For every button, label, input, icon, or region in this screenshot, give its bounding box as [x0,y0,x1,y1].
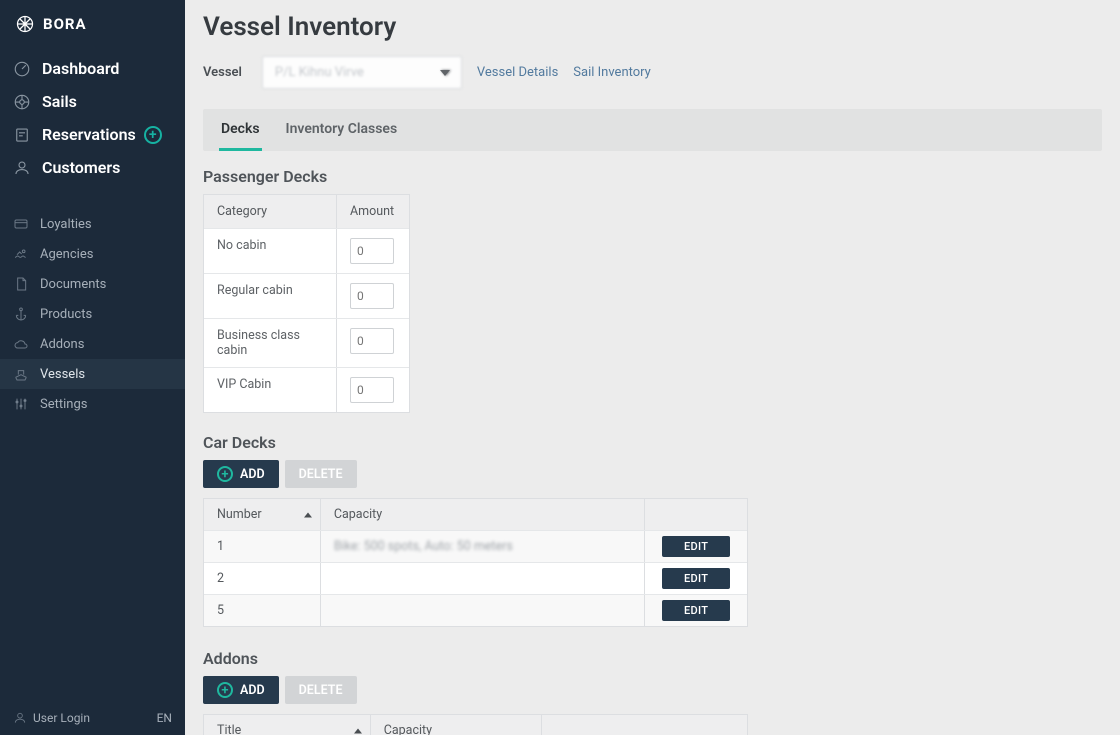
sidebar-item-loyalties[interactable]: Loyalties [0,209,185,239]
capacity-cell [321,563,645,594]
sort-asc-icon [354,728,362,733]
column-title[interactable]: Title [204,715,371,735]
plus-icon: + [217,466,233,482]
sidebar-footer: User Login EN [0,701,185,735]
number-cell: 1 [204,531,321,562]
car-deck-row[interactable]: 5 EDIT [204,594,747,626]
sidebar: BORA Dashboard Sails Reservations + Customer… [0,0,185,735]
vessel-select[interactable]: P/L Kihnu Virve [262,56,462,89]
category-cell: Regular cabin [204,274,337,318]
vessel-selector-row: Vessel P/L Kihnu Virve Vessel Details Sa… [203,56,1102,89]
category-cell: No cabin [204,229,337,273]
passenger-row: No cabin [204,228,409,273]
passenger-decks-heading: Passenger Decks [203,167,1102,186]
tab-bar: Decks Inventory Classes [203,109,1102,151]
amount-input[interactable] [350,328,394,354]
nav-label: Loyalties [40,217,92,232]
sidebar-item-customers[interactable]: Customers [0,151,185,184]
capacity-cell [321,595,645,626]
nav-label: Dashboard [42,59,119,78]
tab-inventory-classes[interactable]: Inventory Classes [284,109,400,151]
sidebar-item-agencies[interactable]: Agencies [0,239,185,269]
page-title: Vessel Inventory [203,12,1102,42]
column-number[interactable]: Number [204,499,321,530]
column-category: Category [204,195,337,228]
app-name: BORA [43,15,87,33]
addons-delete-button[interactable]: DELETE [285,676,357,704]
nav-label: Sails [42,92,77,111]
nav-label: Agencies [40,247,93,262]
nav-label: Products [40,307,92,322]
sidebar-item-documents[interactable]: Documents [0,269,185,299]
amount-input[interactable] [350,238,394,264]
column-actions [645,499,747,530]
car-decks-heading: Car Decks [203,433,1102,452]
number-cell: 2 [204,563,321,594]
nav-label: Vessels [40,367,85,382]
sail-inventory-link[interactable]: Sail Inventory [573,65,651,80]
vessel-label: Vessel [203,65,242,80]
nav-label: Addons [40,337,84,352]
car-delete-button[interactable]: DELETE [285,460,357,488]
main-content: Vessel Inventory Vessel P/L Kihnu Virve … [185,0,1120,735]
car-add-button[interactable]: + ADD [203,460,279,488]
edit-button[interactable]: EDIT [662,568,730,589]
addons-add-button[interactable]: + ADD [203,676,279,704]
nav-label: Customers [42,158,120,177]
sidebar-item-dashboard[interactable]: Dashboard [0,52,185,85]
car-decks-table: Number Capacity 1Bike: 500 spots, Auto: … [203,498,748,627]
addons-table: Title Capacity Siider100EDIT [203,714,748,735]
vessel-details-link[interactable]: Vessel Details [477,65,558,80]
edit-button[interactable]: EDIT [662,536,730,557]
nav-label: Reservations [42,125,136,144]
passenger-row: Regular cabin [204,273,409,318]
chevron-down-icon [440,70,450,76]
capacity-cell: Bike: 500 spots, Auto: 50 meters [321,531,645,562]
number-cell: 5 [204,595,321,626]
sidebar-item-reservations[interactable]: Reservations + [0,118,185,151]
addons-heading: Addons [203,649,1102,668]
passenger-row: VIP Cabin [204,367,409,412]
passenger-decks-table: Category Amount No cabinRegular cabinBus… [203,194,410,413]
plus-icon: + [217,682,233,698]
vessel-select-value: P/L Kihnu Virve [262,56,462,89]
user-login-label: User Login [33,711,90,725]
column-capacity[interactable]: Capacity [371,715,543,735]
amount-input[interactable] [350,283,394,309]
nav-label: Settings [40,397,87,412]
user-icon [13,711,27,725]
sidebar-item-products[interactable]: Products [0,299,185,329]
compass-icon [15,14,35,34]
amount-input[interactable] [350,377,394,403]
category-cell: Business class cabin [204,319,337,367]
user-login-link[interactable]: User Login [13,711,90,725]
column-amount: Amount [337,195,409,228]
sidebar-item-vessels[interactable]: Vessels [0,359,185,389]
car-deck-row[interactable]: 2 EDIT [204,562,747,594]
edit-button[interactable]: EDIT [662,600,730,621]
nav-label: Documents [40,277,106,292]
plus-icon[interactable]: + [144,126,162,144]
sort-asc-icon [304,512,312,517]
car-deck-row[interactable]: 1Bike: 500 spots, Auto: 50 meters EDIT [204,530,747,562]
column-actions [542,715,747,735]
tab-decks[interactable]: Decks [219,109,262,151]
column-number-label: Number [217,507,262,522]
column-title-label: Title [217,723,241,735]
app-logo: BORA [0,0,185,46]
add-label: ADD [240,467,265,482]
sidebar-item-settings[interactable]: Settings [0,389,185,419]
column-capacity[interactable]: Capacity [321,499,645,530]
passenger-row: Business class cabin [204,318,409,367]
add-label: ADD [240,683,265,698]
category-cell: VIP Cabin [204,368,337,412]
lang-switch[interactable]: EN [157,711,172,725]
sidebar-item-sails[interactable]: Sails [0,85,185,118]
sidebar-item-addons[interactable]: Addons [0,329,185,359]
